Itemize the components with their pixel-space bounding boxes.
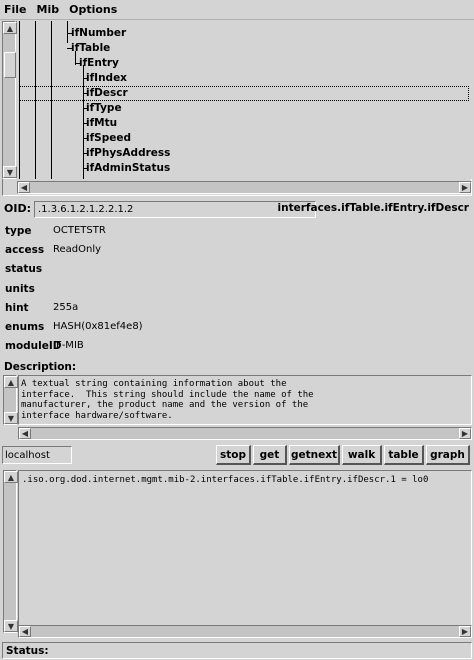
tree-node-iftype[interactable]: ifType: [86, 101, 122, 116]
tree-node-ifindex[interactable]: ifIndex: [86, 71, 127, 86]
menu-file[interactable]: File: [4, 3, 27, 16]
description-horizontal-scrollbar[interactable]: ◀ ▶: [18, 427, 472, 440]
scroll-down-arrow-icon[interactable]: ▼: [4, 412, 18, 424]
tree-connector-line: [67, 21, 68, 43]
tree-node-ifmtu[interactable]: ifMtu: [86, 116, 117, 131]
oid-row: OID: .1.3.6.1.2.1.2.2.1.2 interfaces.ifT…: [0, 200, 474, 220]
attr-hint-label: hint: [5, 302, 29, 314]
scroll-left-arrow-icon[interactable]: ◀: [19, 626, 31, 637]
attr-moduleid-value: IF-MIB: [53, 340, 84, 351]
host-input[interactable]: localhost: [2, 446, 72, 464]
oid-path: interfaces.ifTable.ifEntry.ifDescr: [277, 202, 469, 214]
description-text[interactable]: A textual string containing information …: [18, 375, 472, 425]
attr-enums-value: HASH(0x81ef4e8): [53, 321, 143, 332]
menu-bar: File Mib Options: [0, 0, 474, 20]
scroll-right-arrow-icon[interactable]: ▶: [459, 626, 471, 637]
tree-vertical-scrollbar[interactable]: ▲ ▼: [2, 21, 17, 179]
scroll-up-arrow-icon[interactable]: ▲: [3, 22, 17, 34]
attr-access-value: ReadOnly: [53, 244, 102, 255]
description-vertical-scrollbar[interactable]: ▲ ▼: [3, 375, 18, 425]
stop-button[interactable]: stop: [216, 445, 251, 465]
get-button[interactable]: get: [253, 445, 287, 465]
walk-button[interactable]: walk: [342, 445, 382, 465]
menu-options[interactable]: Options: [69, 3, 117, 16]
mib-tree: ifNumber ifTable ifEntry ifIndex ifDescr…: [17, 21, 472, 179]
attr-enums-label: enums: [5, 321, 45, 333]
scroll-up-arrow-icon[interactable]: ▲: [4, 471, 18, 483]
output-horizontal-scrollbar[interactable]: ◀ ▶: [18, 625, 472, 638]
tree-node-iftable[interactable]: ifTable: [71, 41, 110, 56]
menu-mib[interactable]: Mib: [37, 3, 60, 16]
table-button[interactable]: table: [384, 445, 424, 465]
tree-horizontal-scrollbar[interactable]: ◀ ▶: [17, 181, 472, 194]
scroll-down-arrow-icon[interactable]: ▼: [4, 620, 18, 632]
attr-type-label: type: [5, 225, 32, 237]
scroll-thumb[interactable]: [4, 52, 16, 78]
scroll-right-arrow-icon[interactable]: ▶: [459, 428, 471, 439]
status-bar: Status:: [2, 642, 472, 659]
description-label: Description:: [4, 361, 77, 373]
attr-access-label: access: [5, 244, 45, 256]
output-vertical-scrollbar[interactable]: ▲ ▼: [3, 470, 18, 633]
tree-node-ifphysaddress[interactable]: ifPhysAddress: [86, 146, 170, 161]
scroll-down-arrow-icon[interactable]: ▼: [3, 166, 17, 178]
scroll-up-arrow-icon[interactable]: ▲: [4, 376, 18, 388]
oid-label: OID:: [4, 202, 31, 215]
oid-field[interactable]: .1.3.6.1.2.1.2.2.1.2: [34, 201, 316, 218]
tree-node-ifdescr[interactable]: ifDescr: [86, 86, 128, 101]
tree-node-ifentry[interactable]: ifEntry: [79, 56, 119, 71]
attr-status-label: status: [5, 263, 43, 275]
tree-node-ifspeed[interactable]: ifSpeed: [86, 131, 131, 146]
attr-hint-value: 255a: [53, 302, 79, 313]
output-text[interactable]: .iso.org.dod.internet.mgmt.mib-2.interfa…: [18, 470, 472, 633]
scroll-left-arrow-icon[interactable]: ◀: [19, 428, 31, 439]
attr-type-value: OCTETSTR: [53, 225, 106, 236]
getnext-button[interactable]: getnext: [289, 445, 340, 465]
graph-button[interactable]: graph: [426, 445, 470, 465]
attr-units-label: units: [5, 283, 35, 295]
tree-connector-line: [83, 65, 84, 179]
scroll-left-arrow-icon[interactable]: ◀: [18, 182, 30, 193]
scroll-right-arrow-icon[interactable]: ▶: [459, 182, 471, 193]
tree-node-ifnumber[interactable]: ifNumber: [71, 26, 126, 41]
tree-node-ifadminstatus[interactable]: ifAdminStatus: [86, 161, 170, 176]
